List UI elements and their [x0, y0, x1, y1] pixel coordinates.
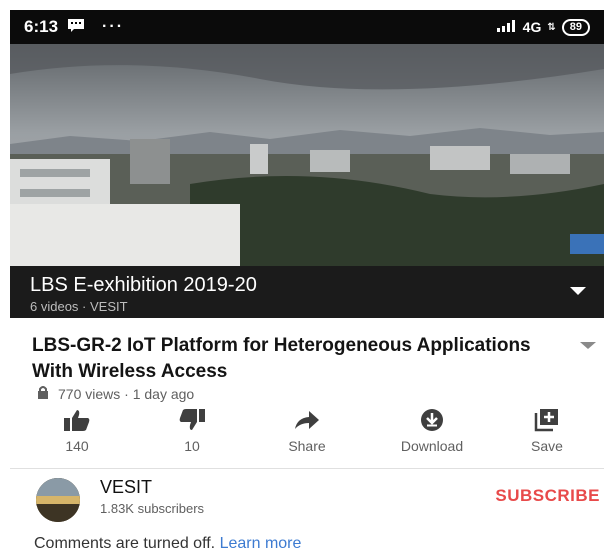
video-meta: 770 views · 1 day ago [36, 385, 194, 402]
chevron-down-icon[interactable] [570, 287, 586, 295]
dislike-button[interactable]: 10 [147, 408, 237, 454]
add-to-playlist-icon [534, 409, 558, 432]
share-label: Share [288, 438, 326, 454]
action-bar: 140 10 Share Download Save [32, 408, 592, 462]
thumbs-down-icon [179, 409, 205, 430]
share-button[interactable]: Share [262, 408, 352, 454]
download-label: Download [400, 438, 464, 454]
video-title[interactable]: LBS-GR-2 IoT Platform for Heterogeneous … [32, 333, 532, 385]
battery-indicator: 89 [561, 18, 590, 36]
status-time: 6:13 [24, 17, 59, 36]
playlist-title: LBS E-exhibition 2019-20 [30, 274, 257, 296]
comments-off-text: Comments are turned off. [34, 535, 216, 552]
video-player[interactable] [10, 44, 604, 266]
message-icon [68, 17, 85, 37]
signal-icon [496, 19, 517, 35]
video-stats: 770 views · 1 day ago [58, 385, 195, 402]
playlist-subtitle: 6 videos · VESIT [30, 299, 128, 314]
like-count: 140 [65, 438, 89, 454]
like-button[interactable]: 140 [32, 408, 122, 454]
channel-row: VESIT 1.83K subscribers SUBSCRIBE [10, 469, 604, 525]
channel-name[interactable]: VESIT [100, 477, 152, 498]
learn-more-link[interactable]: Learn more [220, 535, 302, 552]
video-frame [10, 44, 604, 266]
download-icon [421, 409, 443, 431]
thumbs-up-icon [64, 410, 90, 431]
expand-description-icon[interactable] [580, 342, 596, 349]
comments-notice: Comments are turned off. Learn more [34, 535, 301, 553]
playlist-header[interactable]: LBS E-exhibition 2019-20 6 videos · VESI… [10, 266, 604, 318]
subscribe-button[interactable]: SUBSCRIBE [495, 486, 600, 506]
status-bar: 6:13 ··· 4G ⇅ 89 [10, 10, 604, 44]
save-label: Save [531, 438, 563, 454]
dislike-count: 10 [184, 438, 200, 454]
download-button[interactable]: Download [387, 408, 477, 454]
share-icon [295, 411, 319, 429]
channel-avatar[interactable] [36, 478, 80, 522]
network-type: 4G [522, 19, 542, 35]
data-arrows-icon: ⇅ [547, 21, 556, 33]
subscriber-count: 1.83K subscribers [100, 501, 205, 516]
more-notifications-icon: ··· [102, 18, 125, 35]
lock-icon [36, 385, 50, 402]
save-button[interactable]: Save [502, 408, 592, 454]
